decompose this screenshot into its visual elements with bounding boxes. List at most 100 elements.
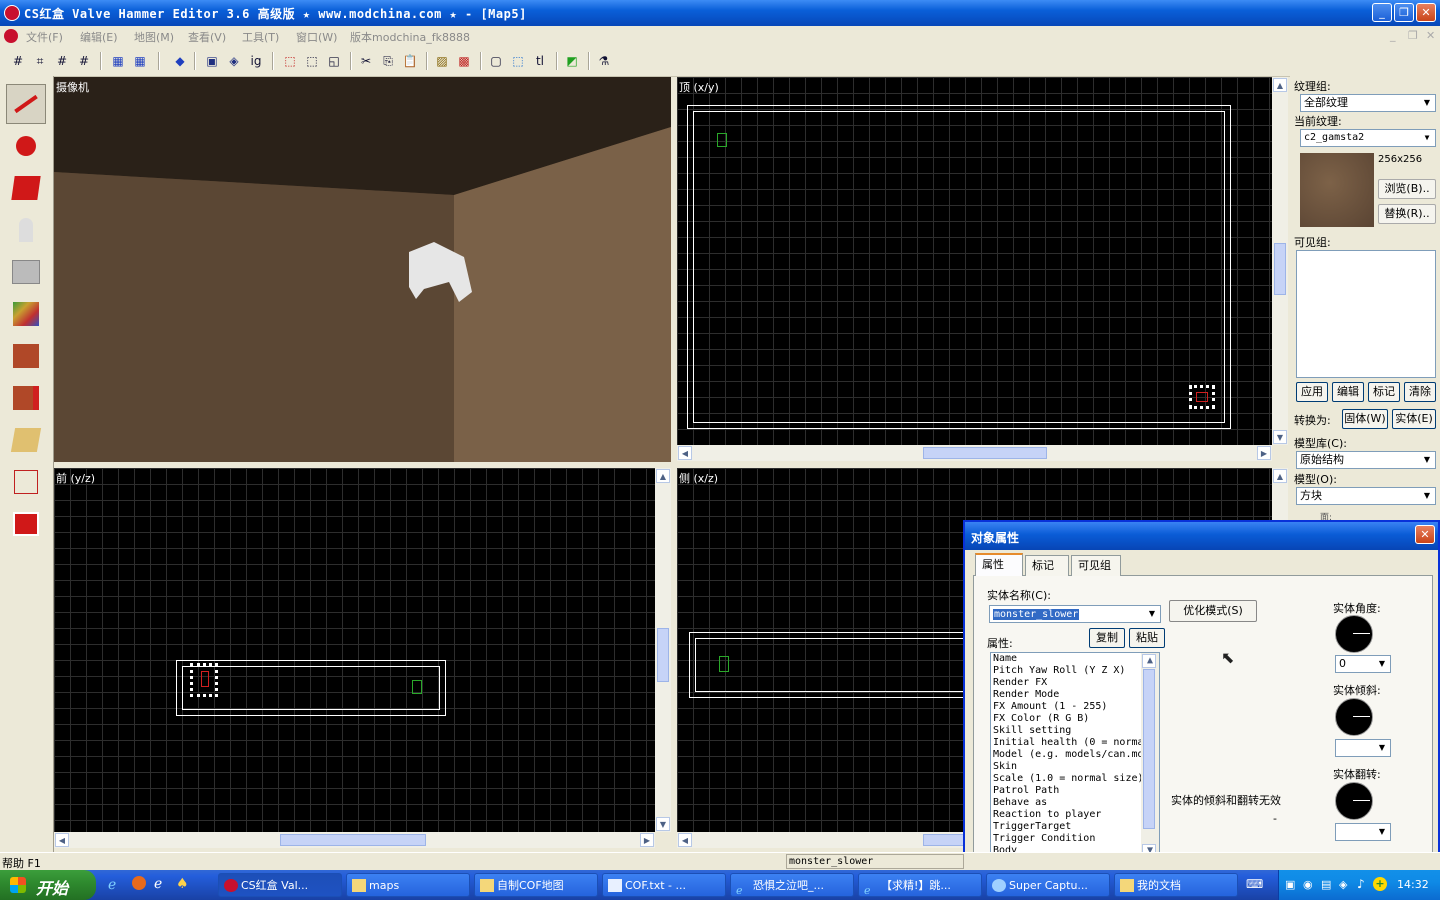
selected-entity[interactable] [190,663,218,697]
list-item[interactable]: Skin [991,761,1159,773]
list-item[interactable]: Skill setting [991,725,1159,737]
roll-select[interactable]: ▼ [1335,823,1391,841]
vertex-tool-icon[interactable] [6,462,46,502]
list-item[interactable]: Patrol Path [991,785,1159,797]
volume-icon[interactable]: ♪ [1357,877,1365,891]
current-texture-select[interactable]: c2_gamsta2 ▼ [1300,129,1436,147]
task-forum[interactable]: ℯ 恐惧之泣吧_... [730,873,854,897]
list-item[interactable]: Behave as [991,797,1159,809]
edit-button[interactable]: 编辑 [1332,382,1364,402]
pitch-select[interactable]: ▼ [1335,739,1391,757]
texture-lock-icon[interactable]: ⬚ [280,51,300,71]
browse-button[interactable]: 浏览(B).. [1378,179,1436,199]
task-help-post[interactable]: ℯ 【求精!】跳... [858,873,982,897]
ie-icon[interactable]: ℯ [108,877,116,893]
antivirus-icon[interactable]: ◈ [1339,878,1347,891]
hatch-icon[interactable]: ▨ [432,51,452,71]
security-icon[interactable]: ◉ [1303,878,1313,891]
list-item[interactable]: Name [991,653,1159,665]
cut-icon[interactable]: ✂ [356,51,376,71]
side-vscroll[interactable]: ▲ [1272,468,1288,520]
replace-button[interactable]: 替换(R).. [1378,204,1436,224]
group-icon[interactable]: ◆ [170,51,190,71]
texture-app-icon[interactable] [6,294,46,334]
hide-icon[interactable]: ▣ [202,51,222,71]
clear-button[interactable]: 清除 [1404,382,1436,402]
top-vscroll[interactable]: ▲ ▼ [1272,77,1288,445]
monitor-icon[interactable]: ▤ [1321,878,1331,891]
mdi-close-icon[interactable]: ✕ [1426,29,1435,42]
menu-tools[interactable]: 工具(T) [242,29,279,45]
cube-solid-icon[interactable]: ◱ [324,51,344,71]
side-hscroll[interactable]: ◀ [677,832,967,848]
minimize-button[interactable]: _ [1372,3,1392,22]
grid-smaller-icon[interactable]: # [52,51,72,71]
dialog-close-button[interactable]: ✕ [1415,525,1435,544]
cube-outline-icon[interactable]: ⬚ [302,51,322,71]
texture-group-select[interactable]: 全部纹理 ▼ [1300,94,1436,112]
apply-button[interactable]: 应用 [1296,382,1328,402]
task-notepad[interactable]: COF.txt - ... [602,873,726,897]
task-super-capture[interactable]: Super Captu... [986,873,1110,897]
texture-preview[interactable] [1300,153,1374,227]
bounds-icon[interactable]: ▢ [486,51,506,71]
carve-icon[interactable]: ▦ [108,51,128,71]
decal-tool-icon[interactable] [6,378,46,418]
run-icon[interactable]: ⚗ [594,51,614,71]
top-hscroll[interactable]: ◀ ▶ [677,445,1272,461]
grid-toggle-icon[interactable]: # [8,51,28,71]
task-maps[interactable]: maps [346,873,470,897]
camera-viewport[interactable]: 摄像机 [54,77,671,462]
front-hscroll[interactable]: ◀ ▶ [54,832,655,848]
entity-tool-icon[interactable] [6,210,46,250]
start-button[interactable]: 开始 [0,870,96,900]
firefox-icon[interactable] [132,876,146,890]
tab-flags[interactable]: 标记 [1025,555,1069,576]
attributes-list[interactable]: Name Pitch Yaw Roll (Y Z X) Render FX Re… [990,652,1160,860]
close-button[interactable]: ✕ [1416,3,1436,22]
magnify-tool-icon[interactable] [6,126,46,166]
selection-tool-icon[interactable] [6,84,46,124]
prefab-select[interactable]: 方块 ▼ [1296,487,1436,505]
mdi-minimize-icon[interactable]: _ [1390,29,1396,42]
grid-3d-icon[interactable]: ⌗ [30,51,50,71]
list-item[interactable]: Render FX [991,677,1159,689]
compile-icon[interactable]: ◩ [562,51,582,71]
entity-marker[interactable] [717,133,727,147]
room-brush-inner[interactable] [695,638,987,692]
list-item[interactable]: Scale (1.0 = normal size) [991,773,1159,785]
menu-map[interactable]: 地图(M) [134,29,174,45]
block-tool-icon[interactable] [6,252,46,292]
keyboard-icon[interactable]: ⌨ [1246,877,1263,891]
paste-icon[interactable]: 📋 [400,51,420,71]
ignore-groups-icon[interactable]: ig [246,51,266,71]
selected-entity[interactable] [1189,385,1215,409]
unhide-icon[interactable]: ◈ [224,51,244,71]
list-item[interactable]: FX Amount (1 - 255) [991,701,1159,713]
to-entity-button[interactable]: 实体(E) [1392,409,1436,429]
copy-button[interactable]: 复制 [1089,628,1125,648]
list-item[interactable]: Initial health (0 = norma [991,737,1159,749]
prefab-lib-select[interactable]: 原始结构 ▼ [1296,451,1436,469]
copy-icon[interactable]: ⎘ [378,51,398,71]
tab-properties[interactable]: 属性 [975,553,1023,576]
list-item[interactable]: FX Color (R G B) [991,713,1159,725]
camera-tool-icon[interactable] [6,168,46,208]
list-item[interactable]: TriggerTarget [991,821,1159,833]
room-brush-inner[interactable] [182,666,440,710]
clip-tool-icon[interactable] [6,420,46,460]
mark-button[interactable]: 标记 [1368,382,1400,402]
menu-version[interactable]: 版本modchina_fk8888 [350,29,470,45]
select-icon[interactable]: ⬚ [508,51,528,71]
angle-dial[interactable] [1335,615,1373,653]
menu-edit[interactable]: 编辑(E) [80,29,118,45]
menu-window[interactable]: 窗口(W) [296,29,337,45]
roll-dial[interactable] [1335,782,1373,820]
restore-button[interactable]: ❐ [1394,3,1414,22]
app-shortcut-icon[interactable]: ♠ [176,876,189,892]
hatch-cross-icon[interactable]: ▩ [454,51,474,71]
task-hammer[interactable]: CS红盒 Val... [218,873,342,897]
menu-file[interactable]: 文件(F) [26,29,63,45]
smartedit-button[interactable]: 优化模式(S) [1169,600,1257,622]
list-item[interactable]: Trigger Condition [991,833,1159,845]
